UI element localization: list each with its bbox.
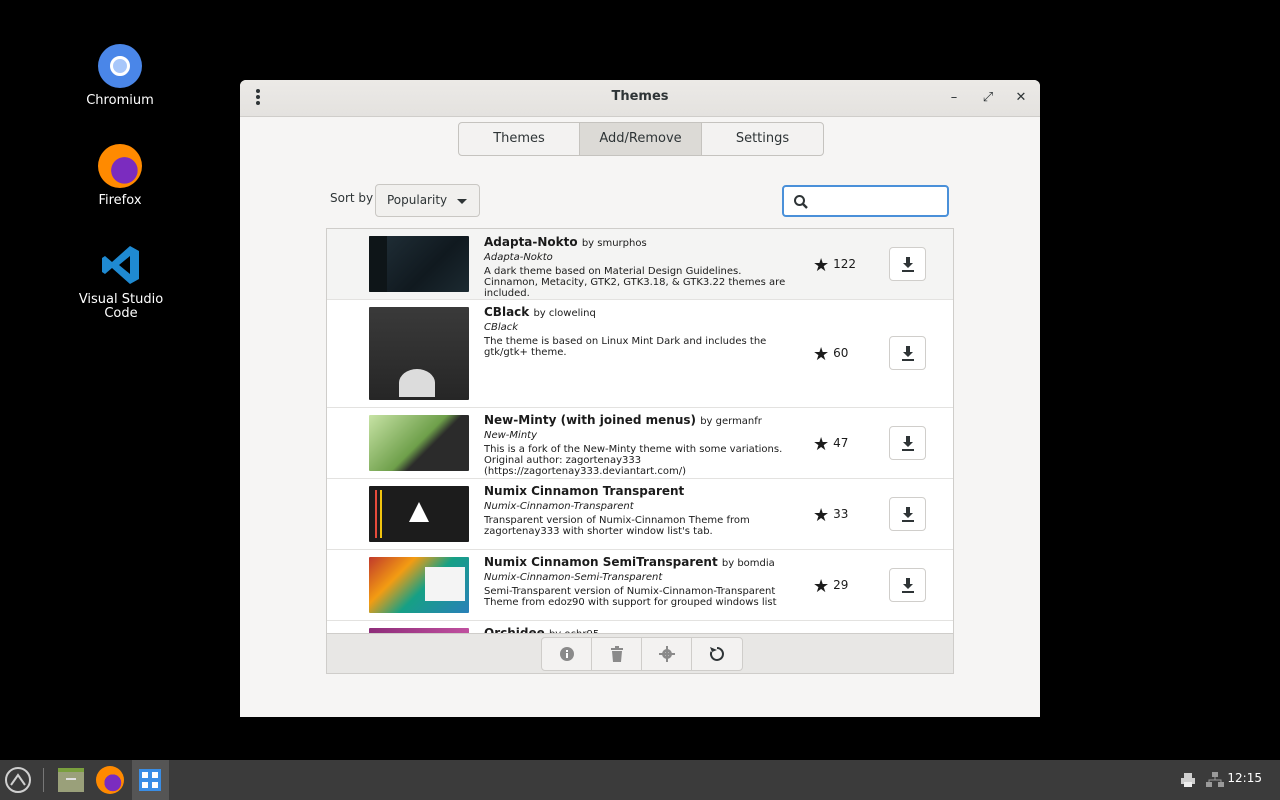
tab-themes[interactable]: Themes (459, 123, 580, 155)
list-item[interactable]: Adapta-Nokto by smurphos Adapta-Nokto A … (327, 229, 953, 300)
printer-icon[interactable] (1180, 772, 1196, 788)
sort-by-label: Sort by (330, 191, 374, 205)
star-icon: ★ (813, 344, 830, 365)
desktop-icon-label: Chromium (86, 93, 154, 108)
refresh-button[interactable] (692, 638, 742, 670)
theme-thumbnail (369, 307, 469, 400)
theme-list[interactable]: Adapta-Nokto by smurphos Adapta-Nokto A … (326, 228, 954, 673)
vscode-icon (99, 243, 143, 287)
star-icon: ★ (813, 255, 830, 276)
info-button[interactable] (542, 638, 592, 670)
download-icon (902, 257, 914, 272)
list-item[interactable]: Numix Cinnamon SemiTransparent by bomdia… (327, 550, 953, 621)
clock[interactable]: 12:15 (1227, 771, 1262, 785)
theme-name: CBlack by clowelinq (484, 305, 596, 319)
maximize-button[interactable]: ⤢ (978, 88, 998, 108)
network-icon[interactable] (1206, 772, 1224, 788)
firefox-icon (98, 144, 142, 188)
search-input[interactable] (782, 185, 949, 217)
star-icon: ★ (813, 505, 830, 526)
download-button[interactable] (889, 497, 926, 531)
close-button[interactable]: ✕ (1011, 88, 1031, 108)
tab-settings[interactable]: Settings (702, 123, 823, 155)
desktop-icon-vscode[interactable]: Visual Studio Code (76, 243, 166, 321)
theme-name: Numix Cinnamon Transparent (484, 484, 685, 498)
remove-button[interactable] (592, 638, 642, 670)
theme-thumbnail (369, 486, 469, 542)
theme-description: A dark theme based on Material Design Gu… (484, 266, 786, 299)
info-icon (560, 647, 574, 661)
theme-description: Transparent version of Numix-Cinnamon Th… (484, 515, 750, 537)
list-item[interactable]: CBlack by clowelinq CBlack The theme is … (327, 300, 953, 408)
refresh-icon (709, 647, 724, 661)
theme-name: Numix Cinnamon SemiTransparent by bomdia (484, 555, 775, 569)
chromium-icon (98, 44, 142, 88)
menu-button[interactable] (2, 760, 34, 800)
theme-description: The theme is based on Linux Mint Dark an… (484, 336, 767, 358)
taskbar: 12:15 (0, 760, 1280, 800)
theme-uuid: Numix-Cinnamon-Semi-Transparent (484, 572, 663, 583)
list-item[interactable]: Numix Cinnamon Transparent Numix-Cinnamo… (327, 479, 953, 550)
gear-icon (659, 646, 675, 662)
theme-description: Semi-Transparent version of Numix-Cinnam… (484, 586, 777, 608)
download-icon (902, 346, 914, 361)
theme-uuid: Adapta-Nokto (484, 252, 553, 263)
toolbar-buttons (541, 637, 743, 671)
theme-uuid: New-Minty (484, 430, 538, 441)
firefox-icon (96, 766, 124, 794)
sort-select[interactable]: Popularity (375, 184, 480, 217)
theme-thumbnail (369, 557, 469, 613)
download-icon (902, 507, 914, 522)
star-icon: ★ (813, 434, 830, 455)
theme-rating: ★ 60 (813, 344, 849, 365)
trash-icon (611, 646, 623, 662)
theme-name: Adapta-Nokto by smurphos (484, 235, 647, 249)
taskbar-themes-window[interactable] (132, 760, 169, 800)
themes-window: Themes – ⤢ ✕ Themes Add/Remove Settings … (240, 80, 1040, 717)
taskbar-files[interactable] (55, 760, 87, 800)
folder-icon (58, 768, 84, 792)
download-button[interactable] (889, 568, 926, 602)
list-item[interactable]: New-Minty (with joined menus) by germanf… (327, 408, 953, 479)
theme-rating: ★ 122 (813, 255, 857, 276)
minimize-button[interactable]: – (944, 88, 964, 108)
tab-add-remove[interactable]: Add/Remove (580, 123, 702, 155)
download-button[interactable] (889, 426, 926, 460)
search-icon (794, 195, 808, 209)
themes-app-icon (139, 769, 161, 791)
download-icon (902, 436, 914, 451)
star-icon: ★ (813, 576, 830, 597)
theme-rating: ★ 29 (813, 576, 849, 597)
chevron-down-icon (457, 199, 467, 204)
titlebar[interactable]: Themes – ⤢ ✕ (240, 80, 1040, 117)
desktop-icon-label: Visual Studio Code (78, 292, 164, 321)
theme-uuid: Numix-Cinnamon-Transparent (484, 501, 634, 512)
download-icon (902, 578, 914, 593)
download-button[interactable] (889, 247, 926, 281)
theme-rating: ★ 33 (813, 505, 849, 526)
theme-thumbnail (369, 415, 469, 471)
desktop-icon-firefox[interactable]: Firefox (75, 144, 165, 208)
sort-select-value: Popularity (387, 193, 448, 207)
download-button[interactable] (889, 336, 926, 370)
taskbar-firefox[interactable] (93, 760, 127, 800)
theme-rating: ★ 47 (813, 434, 849, 455)
theme-description: This is a fork of the New-Minty theme wi… (484, 444, 783, 477)
tab-bar: Themes Add/Remove Settings (458, 122, 824, 156)
window-title: Themes (611, 89, 669, 104)
desktop-icon-chromium[interactable]: Chromium (75, 44, 165, 108)
desktop-icon-label: Firefox (98, 193, 142, 208)
theme-uuid: CBlack (484, 322, 519, 333)
configure-button[interactable] (642, 638, 692, 670)
mint-menu-icon (5, 767, 31, 793)
list-toolbar (326, 633, 954, 674)
theme-thumbnail (369, 236, 469, 292)
theme-name: New-Minty (with joined menus) by germanf… (484, 413, 762, 427)
